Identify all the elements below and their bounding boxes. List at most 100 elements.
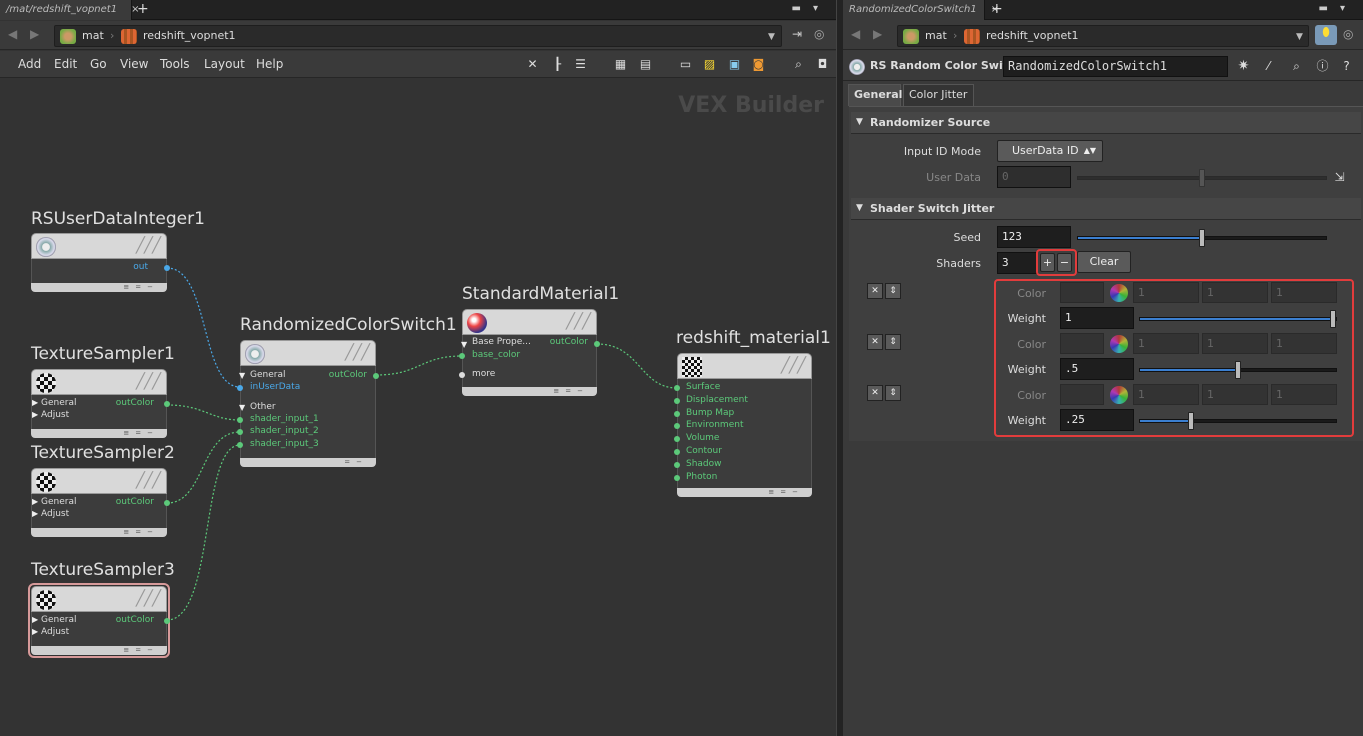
more-port[interactable] — [459, 372, 465, 378]
color-b-field[interactable]: 1 — [1271, 282, 1337, 303]
node-header[interactable]: ╱╱╱ — [462, 309, 597, 335]
network-canvas[interactable]: VEX Builder RSUserDataInteger1 ╱╱╱ out ≡… — [0, 79, 836, 736]
node-header[interactable]: ╱╱╱ — [31, 468, 167, 494]
image-icon[interactable]: ▣ — [727, 57, 742, 72]
sticky-note-icon[interactable]: ▨ — [702, 57, 717, 72]
menu-view[interactable]: View — [120, 57, 148, 71]
collapse-icon[interactable]: ▼ — [856, 203, 863, 213]
node-footer-icon[interactable]: ≡=− — [31, 429, 167, 438]
list-view-icon[interactable]: ☰ — [573, 57, 588, 72]
operator-name-field[interactable]: RandomizedColorSwitch1 — [1003, 56, 1228, 77]
node-flags-icon[interactable]: ╱╱╱ — [136, 589, 161, 607]
color-b-field[interactable]: 1 — [1271, 384, 1337, 405]
slider-knob[interactable] — [1199, 169, 1205, 187]
help-question-icon[interactable]: ? — [1339, 59, 1354, 74]
wire-tex2[interactable] — [166, 431, 241, 504]
gear-menu-icon[interactable]: ✷ — [1236, 59, 1251, 74]
camera-icon[interactable]: ◘ — [815, 57, 830, 72]
node-footer-icon[interactable]: ≡=− — [31, 283, 167, 292]
input-port[interactable] — [674, 462, 680, 468]
color-wheel-icon[interactable] — [1110, 386, 1128, 404]
color-swatch[interactable] — [1060, 384, 1104, 405]
pin-icon[interactable]: ⇥ — [792, 27, 802, 41]
node-flags-icon[interactable]: ╱╱╱ — [781, 356, 806, 374]
slider-knob[interactable] — [1330, 310, 1336, 328]
add-tab-button[interactable]: + — [991, 1, 1003, 17]
port-more[interactable]: more — [472, 369, 495, 379]
folder-adjust[interactable]: Adjust — [41, 627, 69, 637]
folder-general[interactable]: General — [250, 370, 285, 380]
pane-window-buttons[interactable]: ▬▾ — [1319, 3, 1357, 14]
path-breadcrumb[interactable]: mat › redshift_vopnet1 ▼ — [54, 25, 782, 47]
pin-icon[interactable]: ⬮ — [1315, 25, 1337, 45]
output-port[interactable] — [594, 341, 600, 347]
node-flags-icon[interactable]: ╱╱╱ — [345, 343, 370, 361]
output-port[interactable] — [164, 401, 170, 407]
weight-slider[interactable] — [1139, 361, 1337, 379]
menu-tools[interactable]: Tools — [160, 57, 190, 71]
color-g-field[interactable]: 1 — [1202, 282, 1268, 303]
node-footer-icon[interactable]: =− — [240, 458, 376, 467]
color-g-field[interactable]: 1 — [1202, 333, 1268, 354]
network-box-icon[interactable]: ▭ — [678, 57, 693, 72]
wire-tex3[interactable] — [166, 444, 241, 621]
menu-help[interactable]: Help — [256, 57, 283, 71]
input-port[interactable] — [674, 423, 680, 429]
remove-shader-button[interactable]: − — [1057, 253, 1072, 272]
move-instance-icon[interactable]: ⇕ — [885, 334, 901, 350]
seed-slider[interactable] — [1077, 229, 1327, 247]
output-port[interactable] — [164, 265, 170, 271]
input-port[interactable] — [459, 353, 465, 359]
link-icon[interactable]: ◎ — [814, 27, 824, 41]
color-r-field[interactable]: 1 — [1133, 333, 1199, 354]
node-footer-icon[interactable]: ≡=− — [462, 387, 597, 396]
node-footer-icon[interactable]: ≡=− — [677, 488, 812, 497]
node-footer-icon[interactable]: ≡=− — [31, 528, 167, 537]
menu-go[interactable]: Go — [90, 57, 107, 71]
node-header[interactable]: ╱╱╱ — [31, 233, 167, 259]
node-header[interactable]: ╱╱╱ — [677, 353, 812, 379]
folder-general[interactable]: General — [41, 398, 76, 408]
network-tab[interactable]: /mat/redshift_vopnet1 × — [0, 0, 139, 20]
slider-knob[interactable] — [1235, 361, 1241, 379]
search-icon[interactable]: ⌕ — [791, 57, 806, 72]
weight-field[interactable]: 1 — [1060, 307, 1134, 329]
shaders-count-field[interactable]: 3 — [997, 252, 1037, 274]
menu-edit[interactable]: Edit — [54, 57, 77, 71]
color-g-field[interactable]: 1 — [1202, 384, 1268, 405]
back-arrow-icon[interactable]: ◀ — [8, 27, 17, 41]
menu-layout[interactable]: Layout — [204, 57, 245, 71]
parameters-tab[interactable]: RandomizedColorSwitch1 × — [843, 0, 999, 20]
folder-adjust[interactable]: Adjust — [41, 410, 69, 420]
section-randomizer-source[interactable]: ▼ Randomizer Source — [851, 112, 1361, 134]
node-header[interactable]: ╱╱╱ — [240, 340, 376, 366]
input-port[interactable] — [237, 417, 243, 423]
grid-view-icon[interactable]: ▦ — [613, 57, 628, 72]
remove-instance-button[interactable]: ✕ — [867, 385, 883, 401]
crumb-vopnet[interactable]: redshift_vopnet1 — [986, 29, 1079, 42]
tree-view-icon[interactable]: ┠ — [550, 57, 565, 72]
node-flags-icon[interactable]: ╱╱╱ — [136, 236, 161, 254]
back-arrow-icon[interactable]: ◀ — [851, 27, 860, 41]
weight-field[interactable]: .5 — [1060, 358, 1134, 380]
weight-slider[interactable] — [1139, 310, 1337, 328]
input-port[interactable] — [674, 475, 680, 481]
weight-field[interactable]: .25 — [1060, 409, 1134, 431]
input-port[interactable] — [674, 398, 680, 404]
chevron-down-icon[interactable]: ▼ — [768, 32, 775, 42]
color-swatch[interactable] — [1060, 282, 1104, 303]
node-footer-icon[interactable]: ≡=− — [31, 646, 167, 655]
crumb-mat[interactable]: mat — [82, 29, 104, 42]
collapse-icon[interactable]: ▼ — [239, 403, 245, 412]
input-port[interactable] — [674, 385, 680, 391]
slider-knob[interactable] — [1188, 412, 1194, 430]
section-shader-switch-jitter[interactable]: ▼ Shader Switch Jitter — [851, 198, 1361, 220]
wrench-icon[interactable]: ✕ — [525, 57, 540, 72]
wire-switch-std[interactable] — [375, 355, 463, 376]
node-flags-icon[interactable]: ╱╱╱ — [136, 372, 161, 390]
folder-adjust[interactable]: Adjust — [41, 509, 69, 519]
node-header[interactable]: ╱╱╱ — [31, 586, 167, 612]
color-b-field[interactable]: 1 — [1271, 333, 1337, 354]
input-id-mode-menu[interactable]: UserData ID ▲▼ — [997, 140, 1103, 162]
expand-icon[interactable]: ▶ — [32, 615, 38, 624]
